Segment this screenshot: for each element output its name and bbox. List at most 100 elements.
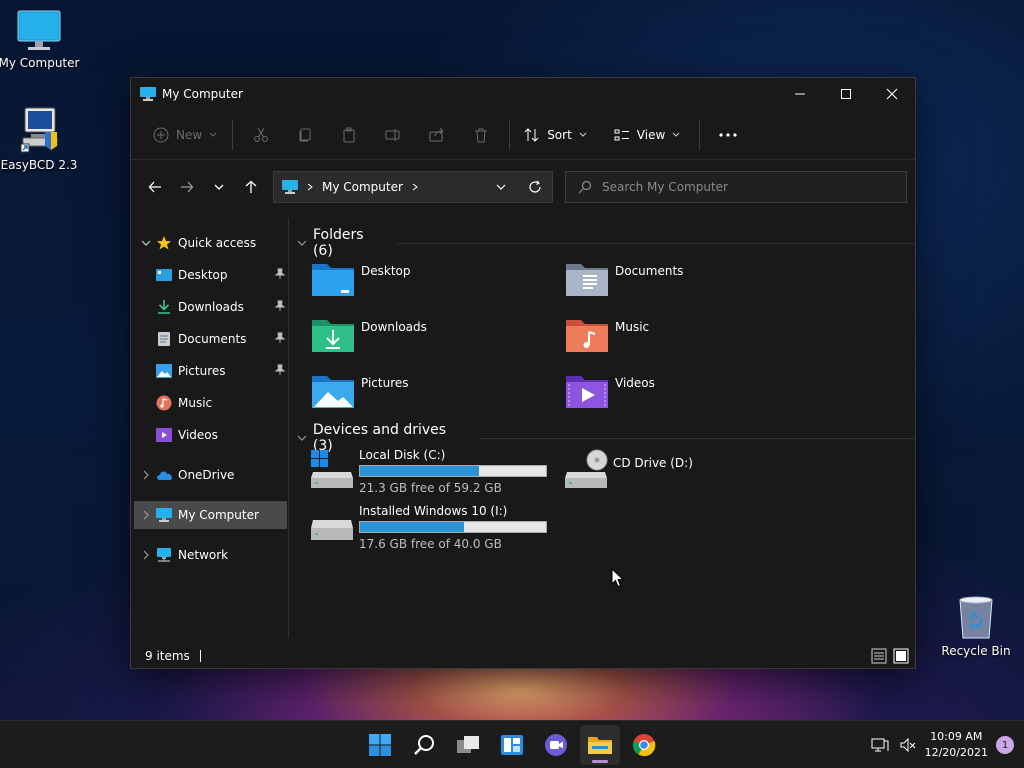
pin-icon[interactable] <box>275 332 285 344</box>
sidebar-item-pictures[interactable]: Pictures <box>134 357 287 385</box>
up-button[interactable] <box>235 171 267 203</box>
taskbar-clock[interactable]: 10:09 AM 12/20/2021 <box>925 729 988 761</box>
tiles-view-icon[interactable] <box>893 648 909 664</box>
clock-time: 10:09 AM <box>930 730 983 743</box>
folders-group-header[interactable]: Folders (6) <box>297 227 915 259</box>
close-icon <box>886 88 898 100</box>
start-button[interactable] <box>360 725 400 765</box>
drive-usage-fill <box>360 522 465 532</box>
plus-circle-icon <box>153 127 169 142</box>
navigation-pane: Quick access Desktop Downloads Documents… <box>131 218 289 638</box>
new-button[interactable]: New <box>145 119 226 151</box>
drive-installed-windows-i[interactable]: Installed Windows 10 (I:) 17.6 GB free o… <box>309 504 547 551</box>
address-bar[interactable]: My Computer <box>273 171 553 203</box>
rename-icon <box>385 128 400 141</box>
chevron-down-icon <box>672 132 680 137</box>
sort-button[interactable]: Sort <box>516 119 596 151</box>
notification-badge[interactable]: 1 <box>996 736 1014 754</box>
address-history-button[interactable] <box>484 172 518 202</box>
share-button[interactable] <box>415 119 459 151</box>
monitor-icon <box>17 10 61 50</box>
minimize-button[interactable] <box>777 78 823 110</box>
drive-local-disk-c[interactable]: Local Disk (C:) 21.3 GB free of 59.2 GB <box>309 448 547 495</box>
desktop-icon-my-computer[interactable]: My Computer <box>0 10 81 70</box>
volume-muted-icon[interactable] <box>899 737 917 753</box>
refresh-button[interactable] <box>518 172 552 202</box>
easybcd-icon <box>20 107 58 153</box>
folder-tile-music[interactable]: Music <box>565 314 649 354</box>
taskbar-search-button[interactable] <box>404 725 444 765</box>
chevron-right-icon <box>143 470 149 480</box>
sidebar-item-documents[interactable]: Documents <box>134 325 287 353</box>
folder-tile-pictures[interactable]: Pictures <box>311 370 409 410</box>
sidebar-item-my-computer[interactable]: My Computer <box>134 501 287 529</box>
view-label: View <box>636 127 666 142</box>
copy-button[interactable] <box>283 119 327 151</box>
cut-button[interactable] <box>239 119 283 151</box>
desktop-icon-recycle-bin[interactable]: Recycle Bin <box>934 596 1018 658</box>
folder-label: Downloads <box>361 320 427 334</box>
chrome-icon <box>632 734 656 757</box>
network-status-icon[interactable] <box>871 737 889 753</box>
address-crumb[interactable]: My Computer <box>322 180 403 194</box>
chat-button[interactable] <box>536 725 576 765</box>
delete-button[interactable] <box>459 119 503 151</box>
rename-button[interactable] <box>371 119 415 151</box>
video-icon <box>156 428 172 442</box>
sidebar-item-network[interactable]: Network <box>134 541 287 569</box>
view-list-icon <box>614 129 629 140</box>
chat-icon <box>545 734 567 756</box>
widgets-button[interactable] <box>492 725 532 765</box>
chevron-down-icon <box>579 132 587 137</box>
drive-free-space: 21.3 GB free of 59.2 GB <box>359 481 502 495</box>
pin-icon[interactable] <box>275 364 285 376</box>
maximize-button[interactable] <box>823 78 869 110</box>
sidebar-item-quick-access[interactable]: Quick access <box>134 229 287 257</box>
paste-button[interactable] <box>327 119 371 151</box>
folder-tile-documents[interactable]: Documents <box>565 258 683 298</box>
view-button[interactable]: View <box>606 119 689 151</box>
sidebar-item-label: Quick access <box>178 236 257 250</box>
sidebar-item-onedrive[interactable]: OneDrive <box>134 461 287 489</box>
sort-label: Sort <box>547 127 572 142</box>
search-input[interactable] <box>602 180 892 194</box>
pin-icon[interactable] <box>275 268 285 280</box>
more-options-button[interactable] <box>706 119 750 151</box>
desktop-icon-easybcd[interactable]: EasyBCD 2.3 <box>0 106 81 172</box>
download-icon <box>158 300 170 314</box>
chrome-button[interactable] <box>624 725 664 765</box>
close-button[interactable] <box>869 78 915 110</box>
sidebar-item-downloads[interactable]: Downloads <box>134 293 287 321</box>
title-bar[interactable]: My Computer <box>131 78 915 110</box>
search-box[interactable] <box>565 171 907 203</box>
network-icon <box>157 548 171 562</box>
sidebar-item-label: Downloads <box>178 300 244 314</box>
divider <box>509 119 511 150</box>
drive-usage-bar <box>359 521 547 533</box>
chevron-right-icon <box>143 510 149 520</box>
back-button[interactable] <box>139 171 171 203</box>
divider <box>699 119 701 150</box>
pin-icon[interactable] <box>275 300 285 312</box>
sidebar-item-music[interactable]: Music <box>134 389 287 417</box>
sidebar-item-label: Desktop <box>178 268 228 282</box>
sidebar-item-videos[interactable]: Videos <box>134 421 287 449</box>
folder-tile-downloads[interactable]: Downloads <box>311 314 427 354</box>
pictures-folder-icon <box>312 376 354 408</box>
folder-tile-desktop[interactable]: Desktop <box>311 258 411 298</box>
desktop-folder-icon <box>312 264 354 296</box>
file-explorer-taskbar-button[interactable] <box>580 725 620 765</box>
forward-button[interactable] <box>171 171 203 203</box>
monitor-icon <box>140 87 156 101</box>
document-icon <box>158 332 170 346</box>
divider <box>478 437 915 439</box>
details-view-icon[interactable] <box>871 648 887 664</box>
task-view-button[interactable] <box>448 725 488 765</box>
sidebar-item-label: Videos <box>178 428 218 442</box>
navigation-bar: My Computer <box>131 160 915 214</box>
sidebar-item-desktop[interactable]: Desktop <box>134 261 287 289</box>
status-bar: 9 items <box>131 644 915 668</box>
folder-tile-videos[interactable]: Videos <box>565 370 655 410</box>
recent-locations-button[interactable] <box>203 171 235 203</box>
drive-cd-d[interactable]: CD Drive (D:) <box>563 448 693 492</box>
